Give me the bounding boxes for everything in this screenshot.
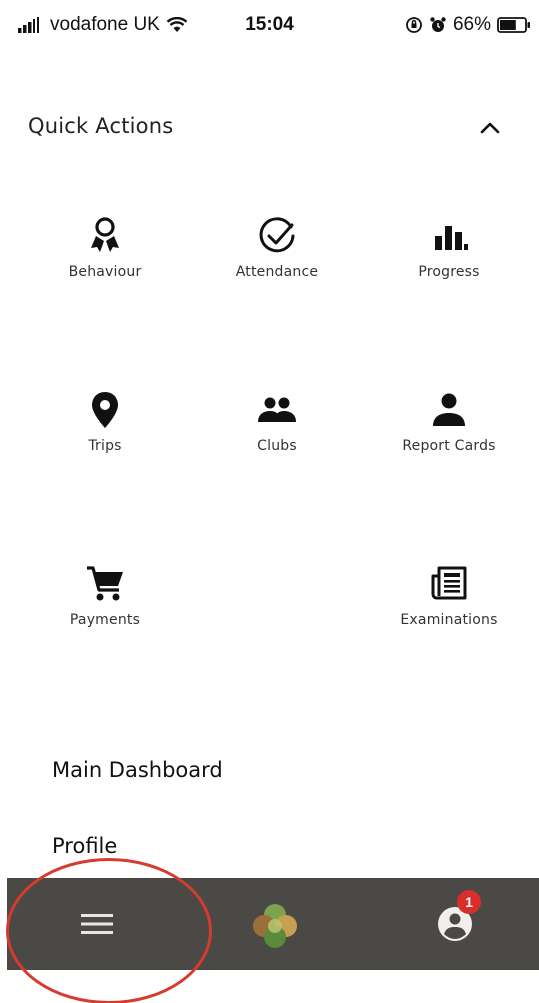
- status-right: 66%: [405, 14, 531, 36]
- battery-percent: 66%: [452, 14, 491, 35]
- battery-icon: [497, 17, 530, 33]
- bottom-nav-bar: 1: [7, 878, 539, 970]
- newspaper-icon: [431, 566, 467, 600]
- tile-label: Payments: [69, 612, 141, 628]
- person-icon: [433, 393, 465, 426]
- quick-action-report-cards[interactable]: Report Cards: [374, 388, 524, 468]
- bar-chart-icon: [435, 226, 468, 250]
- menu-item-profile[interactable]: Profile: [52, 834, 117, 858]
- quick-actions-header: Quick Actions: [28, 114, 508, 144]
- quick-actions-title: Quick Actions: [28, 114, 174, 138]
- check-circle-icon: [259, 217, 295, 253]
- tile-label: Clubs: [257, 438, 297, 454]
- chevron-up-icon[interactable]: [476, 116, 504, 140]
- hamburger-menu-icon[interactable]: [79, 910, 115, 938]
- tile-label: Report Cards: [402, 438, 496, 454]
- app-logo-icon[interactable]: [251, 902, 299, 950]
- app-screen: vodafone UK 15:04 66% Quick Actions Beha…: [0, 0, 539, 1003]
- quick-action-attendance[interactable]: Attendance: [202, 214, 352, 294]
- shopping-cart-icon: [87, 566, 123, 601]
- quick-action-examinations[interactable]: Examinations: [374, 562, 524, 642]
- alarm-icon: [430, 17, 446, 32]
- award-ribbon-icon: [91, 217, 119, 252]
- quick-action-trips[interactable]: Trips: [30, 388, 180, 468]
- people-icon: [258, 397, 296, 422]
- quick-action-payments[interactable]: Payments: [30, 562, 180, 642]
- tile-label: Examinations: [400, 612, 498, 628]
- quick-action-clubs[interactable]: Clubs: [202, 388, 352, 468]
- tile-label: Progress: [418, 264, 480, 280]
- profile-nav-button[interactable]: 1: [435, 890, 481, 944]
- tile-label: Attendance: [235, 264, 319, 280]
- tile-label: Behaviour: [68, 264, 142, 280]
- quick-action-progress[interactable]: Progress: [374, 214, 524, 294]
- tile-label: Trips: [88, 438, 122, 454]
- status-bar: vodafone UK 15:04 66%: [0, 0, 539, 52]
- map-pin-icon: [92, 392, 118, 428]
- orientation-lock-icon: [406, 17, 422, 33]
- menu-item-main-dashboard[interactable]: Main Dashboard: [52, 758, 223, 782]
- quick-action-behaviour[interactable]: Behaviour: [30, 214, 180, 294]
- notification-badge: 1: [457, 890, 481, 914]
